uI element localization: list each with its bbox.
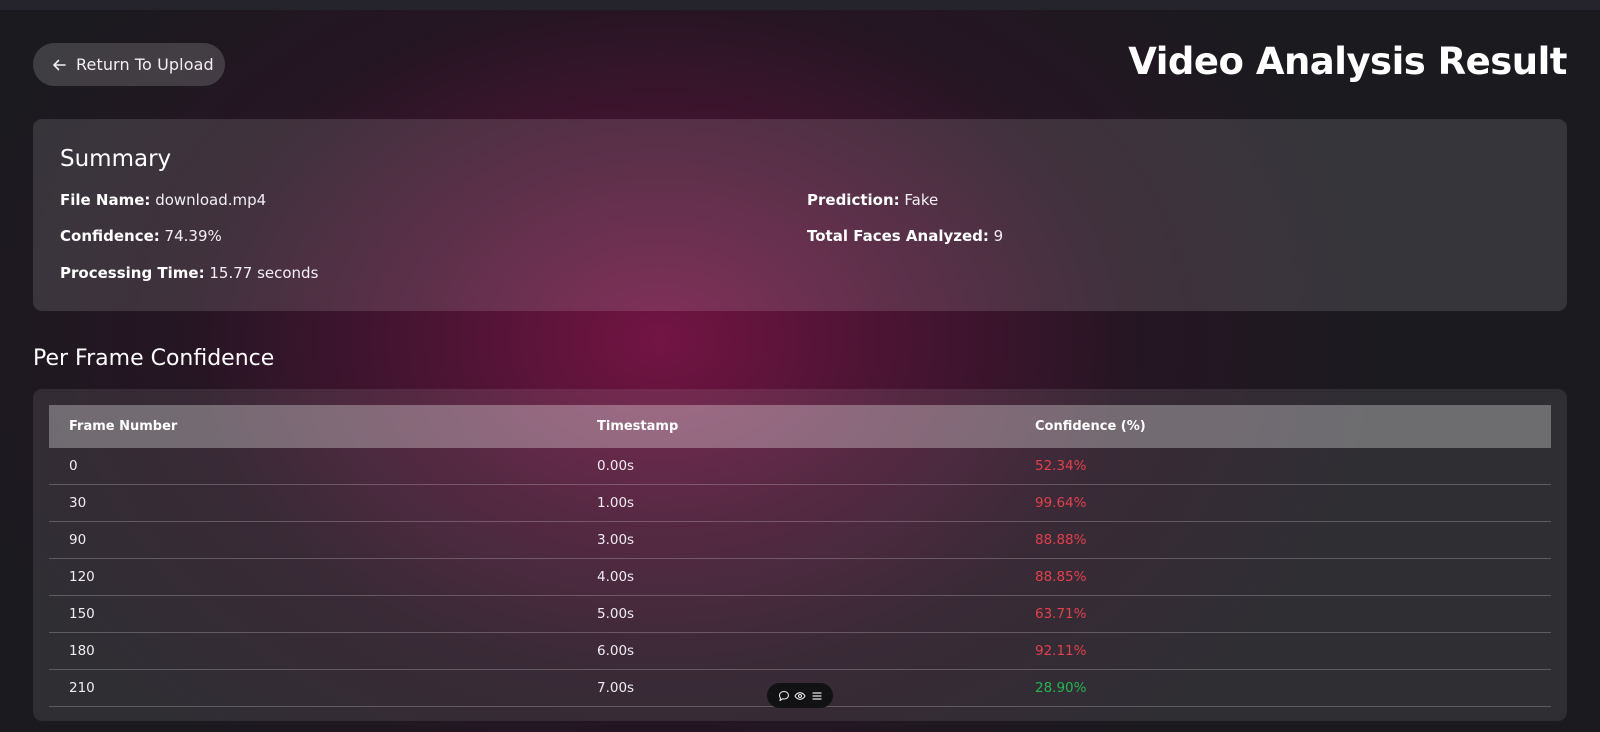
processing-time-field: Processing Time: 15.77 seconds — [60, 264, 318, 282]
column-header-frame: Frame Number — [69, 419, 178, 434]
return-button-label: Return To Upload — [76, 55, 214, 74]
processing-time-label: Processing Time: — [60, 264, 205, 282]
top-bar — [0, 0, 1600, 10]
table-row: 150 5.00s 63.71% — [49, 596, 1551, 633]
frame-number-cell: 0 — [69, 458, 78, 474]
total-faces-label: Total Faces Analyzed: — [807, 227, 989, 245]
comment-icon[interactable] — [778, 690, 790, 702]
processing-time-value: 15.77 seconds — [209, 264, 319, 282]
frame-number-cell: 30 — [69, 495, 87, 511]
confidence-cell: 28.90% — [1035, 680, 1087, 696]
confidence-field: Confidence: 74.39% — [60, 227, 222, 245]
prediction-label: Prediction: — [807, 191, 900, 209]
page-title: Video Analysis Result — [1128, 40, 1567, 83]
arrow-left-icon — [51, 57, 67, 73]
confidence-cell: 63.71% — [1035, 606, 1087, 622]
confidence-cell: 88.85% — [1035, 569, 1087, 585]
confidence-cell: 88.88% — [1035, 532, 1087, 548]
confidence-cell: 92.11% — [1035, 643, 1087, 659]
return-to-upload-button[interactable]: Return To Upload — [33, 43, 225, 86]
frame-number-cell: 120 — [69, 569, 95, 585]
table-row: 0 0.00s 52.34% — [49, 448, 1551, 485]
menu-icon[interactable] — [811, 690, 823, 702]
per-frame-title: Per Frame Confidence — [33, 346, 275, 371]
table-header: Frame Number Timestamp Confidence (%) — [49, 405, 1551, 448]
file-name-value: download.mp4 — [155, 191, 267, 209]
per-frame-table: Frame Number Timestamp Confidence (%) 0 … — [33, 389, 1567, 721]
table-row: 180 6.00s 92.11% — [49, 633, 1551, 670]
total-faces-field: Total Faces Analyzed: 9 — [807, 227, 1003, 245]
total-faces-value: 9 — [993, 227, 1004, 245]
summary-card: Summary File Name: download.mp4 Confiden… — [33, 119, 1567, 311]
file-name-label: File Name: — [60, 191, 151, 209]
column-header-confidence: Confidence (%) — [1035, 419, 1146, 434]
file-name-field: File Name: download.mp4 — [60, 191, 266, 209]
frame-number-cell: 150 — [69, 606, 95, 622]
timestamp-cell: 7.00s — [597, 680, 635, 696]
table-row: 30 1.00s 99.64% — [49, 485, 1551, 522]
summary-title: Summary — [60, 146, 172, 172]
timestamp-cell: 5.00s — [597, 606, 635, 622]
prediction-field: Prediction: Fake — [807, 191, 938, 209]
frame-number-cell: 210 — [69, 680, 95, 696]
timestamp-cell: 4.00s — [597, 569, 635, 585]
frame-number-cell: 90 — [69, 532, 87, 548]
column-header-timestamp: Timestamp — [597, 419, 679, 434]
frame-number-cell: 180 — [69, 643, 95, 659]
table-row: 120 4.00s 88.85% — [49, 559, 1551, 596]
confidence-value: 74.39% — [164, 227, 222, 245]
prediction-value: Fake — [904, 191, 939, 209]
confidence-cell: 52.34% — [1035, 458, 1087, 474]
floating-toolbar — [767, 683, 833, 708]
confidence-cell: 99.64% — [1035, 495, 1087, 511]
timestamp-cell: 3.00s — [597, 532, 635, 548]
eye-icon[interactable] — [794, 690, 806, 702]
timestamp-cell: 1.00s — [597, 495, 635, 511]
timestamp-cell: 6.00s — [597, 643, 635, 659]
confidence-label: Confidence: — [60, 227, 160, 245]
timestamp-cell: 0.00s — [597, 458, 635, 474]
table-row: 90 3.00s 88.88% — [49, 522, 1551, 559]
